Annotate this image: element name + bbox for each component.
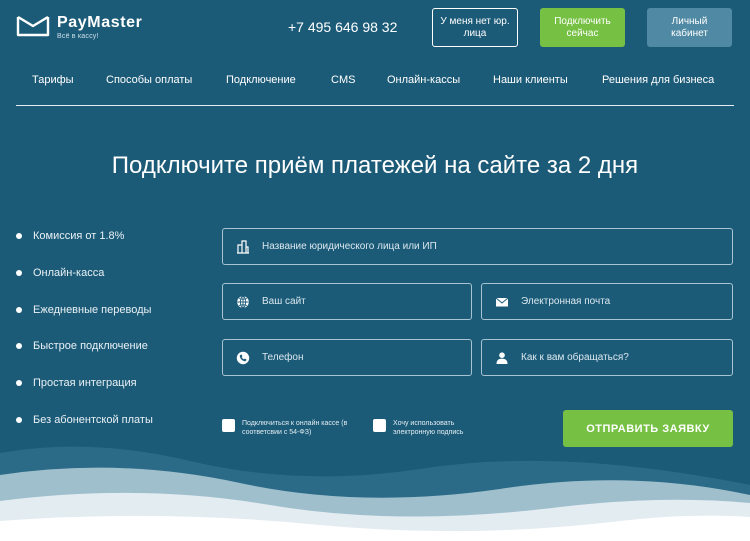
phone-icon (235, 350, 251, 366)
nav-item-payment-methods[interactable]: Способы оплаты (106, 74, 192, 86)
phone-placeholder: Телефон (262, 352, 304, 363)
feature-item: Ежедневные переводы (16, 303, 153, 340)
nav-item-clients[interactable]: Наши клиенты (493, 74, 568, 86)
phone-number[interactable]: +7 495 646 98 32 (288, 19, 397, 35)
nav-item-business-solutions[interactable]: Решения для бизнеса (602, 74, 714, 86)
site-placeholder: Ваш сайт (262, 296, 306, 307)
feature-item: Комиссия от 1.8% (16, 229, 153, 266)
kassa-checkbox-label: Подключиться к онлайн кассе (в соответсв… (242, 420, 348, 436)
signature-checkbox-label: Хочу использовать электронную подпись (393, 420, 464, 436)
name-placeholder: Как к вам обращаться? (521, 352, 629, 363)
nav-item-tariffs[interactable]: Тарифы (32, 74, 74, 86)
landing-page: PayMaster Всё в кассу! +7 495 646 98 32 … (0, 0, 750, 541)
globe-icon (235, 294, 251, 310)
checkbox-box[interactable] (373, 419, 386, 432)
nav-item-cms[interactable]: CMS (331, 74, 355, 86)
checkbox-box[interactable] (222, 419, 235, 432)
logo-name: PayMaster (57, 14, 143, 31)
company-name-input[interactable]: Название юридического лица или ИП (222, 228, 733, 265)
feature-item: Онлайн-касса (16, 266, 153, 303)
feature-list: Комиссия от 1.8% Онлайн-касса Ежедневные… (16, 229, 153, 450)
connect-now-button[interactable]: Подключить сейчас (540, 8, 625, 47)
user-icon (494, 350, 510, 366)
nav-item-connection[interactable]: Подключение (226, 74, 296, 86)
signature-checkbox[interactable]: Хочу использовать электронную подпись (373, 419, 489, 437)
phone-input[interactable]: Телефон (222, 339, 472, 376)
feature-item: Быстрое подключение (16, 339, 153, 376)
email-field[interactable]: Электронная почта (481, 283, 733, 320)
main-nav: Тарифы Способы оплаты Подключение CMS Он… (16, 74, 734, 106)
kassa-checkbox[interactable]: Подключиться к онлайн кассе (в соответсв… (222, 419, 370, 437)
page-title: Подключите приём платежей на сайте за 2 … (111, 152, 639, 179)
submit-application-button[interactable]: ОТПРАВИТЬ ЗАЯВКУ (563, 410, 733, 447)
name-input[interactable]: Как к вам обращаться? (481, 339, 733, 376)
site-input[interactable]: Ваш сайт (222, 283, 472, 320)
feature-item: Простая интеграция (16, 376, 153, 413)
nav-item-online-kassas[interactable]: Онлайн-кассы (387, 74, 460, 86)
personal-cabinet-button[interactable]: Личный кабинет (647, 8, 732, 47)
logo-tagline: Всё в кассу! (57, 33, 99, 40)
company-name-placeholder: Название юридического лица или ИП (262, 241, 437, 252)
email-placeholder: Электронная почта (521, 296, 611, 307)
wallet-logo-icon (16, 15, 50, 37)
no-legal-entity-button[interactable]: У меня нет юр. лица (432, 8, 518, 47)
envelope-icon (494, 294, 510, 310)
logo[interactable]: PayMaster Всё в кассу! (16, 14, 142, 40)
building-icon (235, 239, 251, 255)
